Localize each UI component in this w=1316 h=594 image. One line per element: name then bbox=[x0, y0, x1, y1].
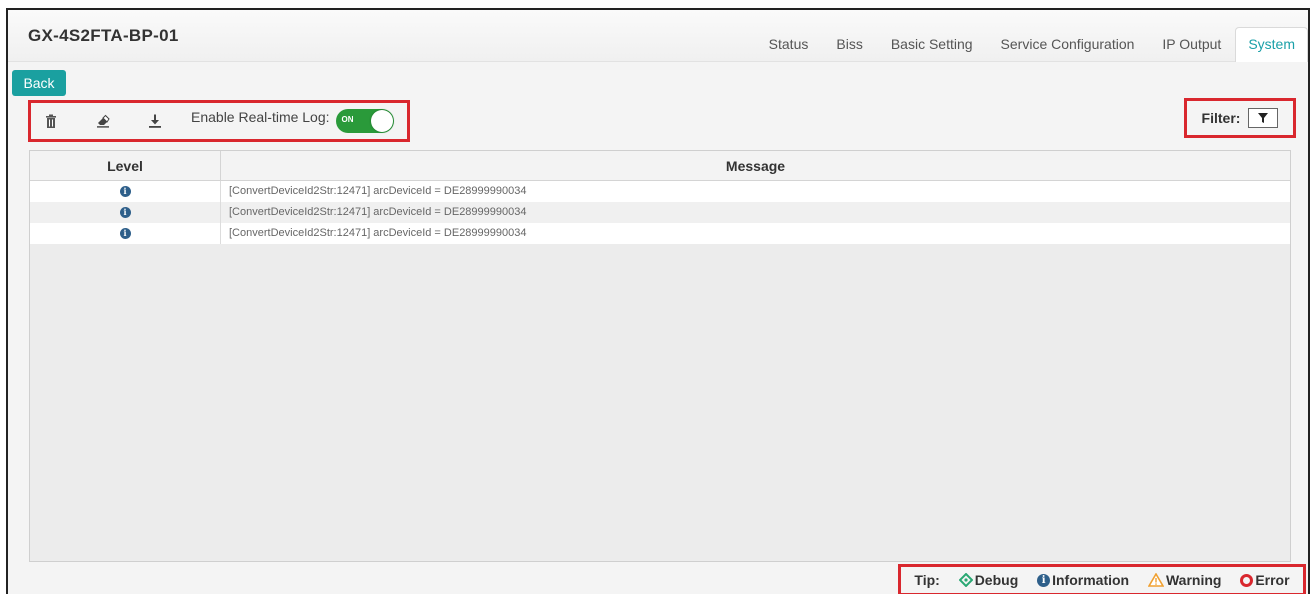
funnel-icon bbox=[1258, 113, 1269, 123]
device-title: GX-4S2FTA-BP-01 bbox=[28, 26, 179, 45]
table-row[interactable]: i [ConvertDeviceId2Str:12471] arcDeviceI… bbox=[30, 202, 1290, 223]
information-icon: i bbox=[119, 228, 131, 239]
toggle-knob bbox=[370, 110, 393, 132]
back-button[interactable]: Back bbox=[12, 70, 66, 96]
information-icon: i bbox=[119, 186, 131, 197]
log-toolbar: Enable Real-time Log: ON bbox=[28, 100, 410, 142]
table-row[interactable]: i [ConvertDeviceId2Str:12471] arcDeviceI… bbox=[30, 223, 1290, 244]
legend-debug-label: Debug bbox=[974, 572, 1019, 588]
column-header-message[interactable]: Message bbox=[221, 151, 1290, 180]
tab-ip-output[interactable]: IP Output bbox=[1148, 36, 1235, 62]
legend-information: i Information bbox=[1037, 572, 1129, 588]
legend-error-label: Error bbox=[1255, 572, 1290, 588]
tab-status[interactable]: Status bbox=[755, 36, 823, 62]
legend-information-label: Information bbox=[1052, 572, 1130, 588]
debug-icon bbox=[958, 573, 973, 587]
nav-tabs: Status Biss Basic Setting Service Config… bbox=[755, 24, 1308, 62]
information-legend-icon: i bbox=[1037, 573, 1051, 587]
tip-label: Tip: bbox=[914, 572, 940, 588]
legend-error: Error bbox=[1240, 572, 1290, 588]
level-legend: Tip: Debug i Information Warning Error bbox=[898, 564, 1306, 594]
trash-icon[interactable] bbox=[41, 111, 61, 131]
level-cell: i bbox=[30, 202, 221, 223]
message-cell: [ConvertDeviceId2Str:12471] arcDeviceId … bbox=[229, 227, 527, 239]
tab-basic-setting[interactable]: Basic Setting bbox=[877, 36, 987, 62]
level-cell: i bbox=[30, 223, 221, 244]
eraser-icon[interactable] bbox=[93, 111, 113, 131]
tab-system[interactable]: System bbox=[1235, 27, 1308, 62]
filter-button[interactable] bbox=[1248, 108, 1279, 128]
filter-label: Filter: bbox=[1201, 110, 1241, 126]
realtime-log-toggle[interactable]: ON bbox=[335, 109, 394, 133]
download-icon[interactable] bbox=[145, 111, 165, 131]
information-icon: i bbox=[119, 207, 131, 218]
legend-warning: Warning bbox=[1147, 572, 1222, 588]
toggle-on-text: ON bbox=[341, 115, 354, 124]
table-header: Level Message bbox=[30, 151, 1290, 181]
column-header-level[interactable]: Level bbox=[30, 151, 221, 180]
message-cell: [ConvertDeviceId2Str:12471] arcDeviceId … bbox=[229, 206, 527, 218]
top-bar: GX-4S2FTA-BP-01 Status Biss Basic Settin… bbox=[8, 10, 1308, 62]
warning-icon bbox=[1147, 573, 1164, 587]
realtime-log-label: Enable Real-time Log: bbox=[191, 109, 330, 125]
tab-biss[interactable]: Biss bbox=[822, 36, 876, 62]
filter-area: Filter: bbox=[1184, 98, 1296, 138]
tab-service-configuration[interactable]: Service Configuration bbox=[987, 36, 1149, 62]
legend-warning-label: Warning bbox=[1165, 572, 1222, 588]
log-table: Level Message i [ConvertDeviceId2Str:124… bbox=[29, 150, 1291, 562]
message-cell: [ConvertDeviceId2Str:12471] arcDeviceId … bbox=[229, 185, 527, 197]
level-cell: i bbox=[30, 181, 221, 202]
legend-debug: Debug bbox=[958, 572, 1019, 588]
error-icon bbox=[1240, 573, 1254, 587]
app-frame: GX-4S2FTA-BP-01 Status Biss Basic Settin… bbox=[6, 8, 1310, 594]
table-row[interactable]: i [ConvertDeviceId2Str:12471] arcDeviceI… bbox=[30, 181, 1290, 202]
